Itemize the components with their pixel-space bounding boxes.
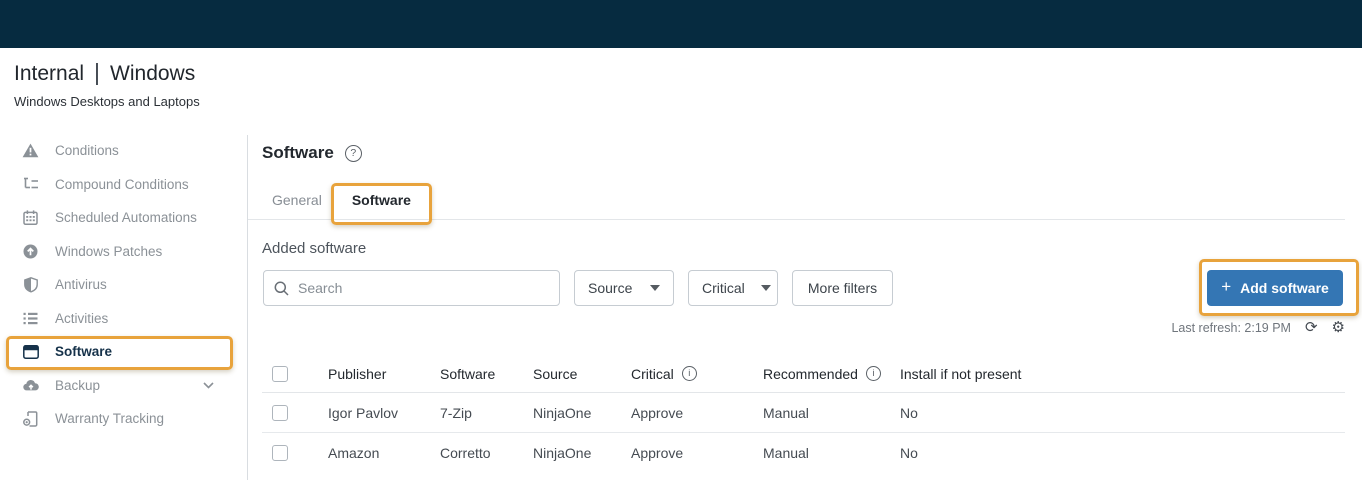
row-checkbox-cell (262, 445, 318, 461)
row-checkbox[interactable] (272, 445, 288, 461)
policy-name: Windows (110, 62, 195, 86)
document-pin-icon (22, 411, 39, 427)
tab-software[interactable]: Software (352, 192, 411, 220)
sidebar-item-label: Compound Conditions (55, 177, 189, 192)
tab-general[interactable]: General (272, 192, 322, 220)
search-box[interactable] (263, 270, 560, 306)
sidebar-item-label: Warranty Tracking (55, 411, 164, 426)
policy-org-name: Internal (14, 62, 84, 86)
tab-bar: General Software (272, 192, 411, 220)
critical-filter-label: Critical (702, 280, 745, 296)
cell-software: 7-Zip (430, 405, 523, 421)
warning-triangle-icon (22, 143, 39, 159)
cell-critical: Approve (621, 445, 753, 461)
table-row: Amazon Corretto NinjaOne Approve Manual … (262, 433, 1345, 473)
help-icon[interactable]: ? (345, 145, 362, 162)
window-icon (22, 344, 39, 360)
added-software-table: Publisher Software Source Critical i Rec… (262, 355, 1345, 473)
sidebar-item-label: Scheduled Automations (55, 210, 197, 225)
sidebar-item-windows-patches[interactable]: Windows Patches (0, 235, 247, 269)
sidebar-item-label: Conditions (55, 143, 119, 158)
sidebar-item-backup[interactable]: Backup (0, 369, 247, 403)
title-divider: | (94, 59, 100, 86)
table-row: Igor Pavlov 7-Zip NinjaOne Approve Manua… (262, 393, 1345, 433)
column-header-source: Source (523, 366, 621, 382)
more-filters-button[interactable]: More filters (792, 270, 893, 306)
filter-toolbar: Source Critical More filters (263, 270, 893, 306)
cell-source: NinjaOne (523, 445, 621, 461)
cell-publisher: Amazon (318, 445, 430, 461)
cell-recommended: Manual (753, 445, 890, 461)
tab-bar-divider (248, 219, 1345, 220)
sidebar-item-activities[interactable]: Activities (0, 302, 247, 336)
last-refresh-text: Last refresh: 2:19 PM (1171, 321, 1291, 335)
cell-install-if-not-present: No (890, 445, 1345, 461)
section-heading: Software ? (262, 143, 362, 163)
page-subtitle: Windows Desktops and Laptops (14, 94, 200, 109)
chevron-down-icon (761, 285, 771, 291)
tree-icon (22, 176, 39, 192)
column-header-install-if-not-present: Install if not present (890, 366, 1345, 382)
column-header-label: Critical (631, 366, 674, 382)
add-software-button[interactable]: + Add software (1207, 270, 1343, 306)
added-software-title: Added software (262, 240, 366, 257)
sidebar-item-conditions[interactable]: Conditions (0, 134, 247, 168)
page-header: Internal | Windows Windows Desktops and … (14, 60, 200, 109)
column-header-label: Recommended (763, 366, 858, 382)
policy-sidebar: Conditions Compound Conditions Scheduled… (0, 134, 247, 436)
column-header-publisher: Publisher (318, 366, 430, 382)
cell-software: Corretto (430, 445, 523, 461)
sidebar-item-scheduled-automations[interactable]: Scheduled Automations (0, 201, 247, 235)
search-input[interactable] (298, 280, 549, 296)
gear-icon[interactable]: ⚙ (1332, 320, 1345, 335)
add-software-label: Add software (1240, 280, 1329, 296)
row-checkbox-cell (262, 405, 318, 421)
row-checkbox[interactable] (272, 405, 288, 421)
header-checkbox-cell (262, 366, 318, 382)
list-icon (22, 310, 39, 326)
cloud-upload-icon (22, 377, 39, 393)
sidebar-item-label: Antivirus (55, 277, 107, 292)
plus-icon: + (1221, 277, 1231, 297)
cell-recommended: Manual (753, 405, 890, 421)
source-filter-label: Source (588, 280, 632, 296)
info-icon[interactable]: i (866, 366, 881, 381)
cell-publisher: Igor Pavlov (318, 405, 430, 421)
search-icon (274, 281, 289, 296)
calendar-icon (22, 210, 39, 226)
column-header-critical: Critical i (621, 366, 753, 382)
chevron-down-icon (203, 382, 214, 389)
policy-editor-page: Internal | Windows Windows Desktops and … (0, 0, 1362, 480)
select-all-checkbox[interactable] (272, 366, 288, 382)
refresh-bar: Last refresh: 2:19 PM ⟳ ⚙ (1171, 320, 1345, 335)
sidebar-item-compound-conditions[interactable]: Compound Conditions (0, 168, 247, 202)
sidebar-item-antivirus[interactable]: Antivirus (0, 268, 247, 302)
sidebar-item-software[interactable]: Software (0, 335, 247, 369)
cell-install-if-not-present: No (890, 405, 1345, 421)
sidebar-divider (247, 135, 248, 480)
table-header-row: Publisher Software Source Critical i Rec… (262, 355, 1345, 393)
sidebar-item-label: Activities (55, 311, 108, 326)
chevron-down-icon (650, 285, 660, 291)
page-title: Internal | Windows (14, 60, 200, 87)
source-filter-dropdown[interactable]: Source (574, 270, 674, 306)
sidebar-item-warranty-tracking[interactable]: Warranty Tracking (0, 402, 247, 436)
top-navigation-bar (0, 0, 1362, 48)
cell-source: NinjaOne (523, 405, 621, 421)
sidebar-item-label: Windows Patches (55, 244, 162, 259)
info-icon[interactable]: i (682, 366, 697, 381)
column-header-software: Software (430, 366, 523, 382)
column-header-recommended: Recommended i (753, 366, 890, 382)
cell-critical: Approve (621, 405, 753, 421)
sidebar-item-label: Backup (55, 378, 100, 393)
refresh-icon[interactable]: ⟳ (1305, 320, 1318, 335)
section-heading-text: Software (262, 143, 334, 163)
sidebar-item-label: Software (55, 344, 112, 359)
shield-icon (22, 277, 39, 293)
arrow-up-circle-icon (22, 243, 39, 259)
critical-filter-dropdown[interactable]: Critical (688, 270, 778, 306)
